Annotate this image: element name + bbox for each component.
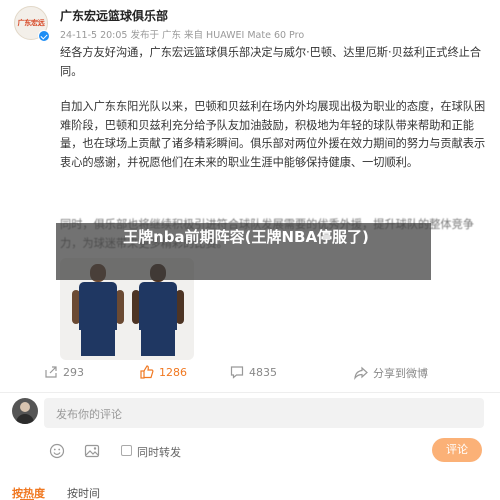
account-name[interactable]: 广东宏远篮球俱乐部 <box>60 7 168 24</box>
comment-count: 4835 <box>249 365 277 379</box>
tab-sort-time[interactable]: 按时间 <box>67 485 100 500</box>
emoji-icon[interactable] <box>49 443 65 459</box>
logo-text: 广东宏远 <box>17 19 45 27</box>
comment-icon <box>230 366 244 379</box>
account-avatar[interactable]: 广东宏远 <box>14 6 54 46</box>
like-button[interactable]: 1286 <box>140 365 187 379</box>
image-icon[interactable] <box>84 443 100 459</box>
comment-placeholder: 发布你的评论 <box>56 408 122 421</box>
comment-button[interactable]: 4835 <box>230 365 277 379</box>
repost-label: 同时转发 <box>137 446 181 459</box>
post-paragraph: 经各方友好沟通，广东宏远篮球俱乐部决定与威尔·巴顿、达里厄斯·贝兹利正式终止合同… <box>60 46 482 78</box>
tab-sort-hot[interactable]: 按热度 <box>12 485 45 500</box>
comment-input[interactable]: 发布你的评论 <box>44 398 484 428</box>
submit-comment-button[interactable]: 评论 <box>432 438 482 462</box>
post-meta: 24-11-5 20:05 发布于 广东 来自 HUAWEI Mate 60 P… <box>60 30 305 41</box>
share-button[interactable]: 293 <box>44 365 84 379</box>
user-avatar[interactable] <box>12 398 38 424</box>
verified-badge-icon <box>38 30 50 42</box>
thumbs-up-icon <box>140 365 154 379</box>
like-count: 1286 <box>159 365 187 379</box>
forward-icon <box>354 366 368 380</box>
share-count: 293 <box>63 365 84 379</box>
post-header: 广东宏远 广东宏远篮球俱乐部 24-11-5 20:05 发布于 广东 来自 H… <box>14 6 484 42</box>
overlay-title: 王牌nba前期阵容(王牌NBA停服了) <box>123 228 369 246</box>
divider <box>0 392 500 393</box>
share-icon <box>45 366 57 378</box>
post-paragraph: 自加入广东东阳光队以来，巴顿和贝兹利在场内外均展现出极为职业的态度，在球队困难阶… <box>60 100 486 169</box>
forward-button[interactable]: 分享到微博 <box>354 365 428 381</box>
repost-checkbox[interactable] <box>121 445 132 456</box>
forward-label: 分享到微博 <box>373 367 428 380</box>
action-bar: 293 1286 4835 分享到微博 <box>44 365 474 387</box>
